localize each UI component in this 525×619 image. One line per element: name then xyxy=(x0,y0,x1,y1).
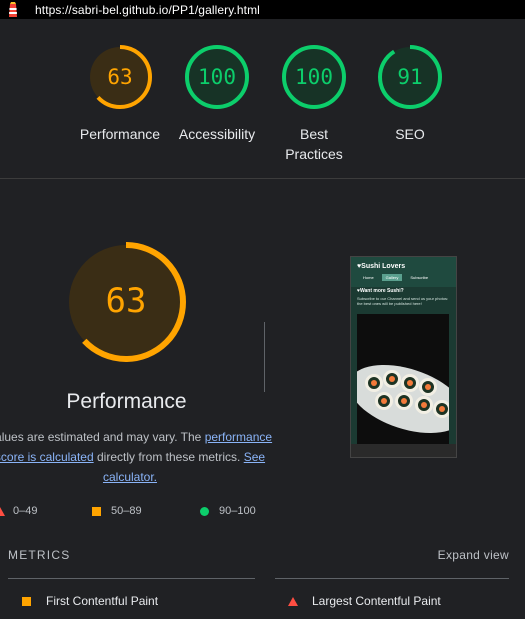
page-url[interactable]: https://sabri-bel.github.io/PP1/gallery.… xyxy=(35,3,260,17)
thumb-promo-title: ♥Want more Sushi? xyxy=(357,288,404,294)
performance-title: Performance xyxy=(66,390,187,413)
thumb-sushi-roll xyxy=(395,392,413,410)
gauge-seo-score: 91 xyxy=(397,65,423,89)
metric-label: First Contentful Paint xyxy=(46,594,159,608)
metric-first-contentful-paint[interactable]: First Contentful Paint xyxy=(22,594,158,608)
average-square-icon xyxy=(92,506,101,516)
legend-pass: 90–100 xyxy=(200,505,256,517)
thumb-header xyxy=(351,257,456,287)
desc-prefix: Values are estimated and may vary. The xyxy=(0,430,202,444)
gauge-seo-label: SEO xyxy=(395,126,425,142)
fail-triangle-icon xyxy=(288,596,298,606)
thumb-nav: Home Gallery Subscribe xyxy=(359,274,432,281)
thumb-sushi-roll xyxy=(375,392,393,410)
metric-largest-contentful-paint[interactable]: Largest Contentful Paint xyxy=(288,594,441,608)
metric-label: Largest Contentful Paint xyxy=(312,594,441,608)
legend-fail: 0–49 xyxy=(0,505,37,517)
thumb-promo: ♥Want more Sushi? Subscribe to our Chann… xyxy=(357,288,449,307)
thumb-nav-home: Home xyxy=(363,275,374,280)
thumb-sushi-roll xyxy=(415,396,433,414)
thumb-nav-subscribe: Subscribe xyxy=(410,275,429,280)
vertical-divider xyxy=(264,322,265,392)
thumb-nav-gallery: Gallery xyxy=(381,274,403,281)
page-screenshot-thumbnail[interactable]: ♥Sushi Lovers Home Gallery Subscribe ♥Wa… xyxy=(350,256,457,458)
desc-middle: directly from these metrics. xyxy=(96,450,241,464)
gauge-best-practices-label: Best Practices xyxy=(285,126,343,162)
legend-fail-label: 0–49 xyxy=(13,505,38,517)
thumb-sushi-image xyxy=(357,314,449,444)
pass-circle-icon xyxy=(200,506,209,516)
fail-triangle-icon xyxy=(0,506,5,516)
legend-pass-label: 90–100 xyxy=(219,505,256,517)
thumb-promo-text: Subscribe to our Channel and send us you… xyxy=(357,296,449,306)
thumb-sushi-roll xyxy=(433,400,449,418)
expand-view-button[interactable]: Expand view xyxy=(438,548,509,562)
thumb-sushi-roll xyxy=(365,374,383,392)
lighthouse-logo-icon xyxy=(4,0,22,19)
thumb-brand: ♥Sushi Lovers xyxy=(357,263,406,270)
thumb-footer xyxy=(351,444,456,457)
metrics-divider-right xyxy=(275,578,509,579)
browser-url-bar: https://sabri-bel.github.io/PP1/gallery.… xyxy=(0,0,525,19)
performance-score: 63 xyxy=(105,281,147,321)
average-square-icon xyxy=(22,596,31,606)
thumb-sushi-roll xyxy=(383,370,401,388)
gauge-seo[interactable]: 91 SEO xyxy=(350,43,470,144)
metrics-heading: METRICS xyxy=(8,548,71,562)
thumb-sushi-roll xyxy=(419,378,437,396)
thumb-sushi-roll xyxy=(401,374,419,392)
metrics-divider-left xyxy=(8,578,255,579)
score-summary: 63 Performance 100 Accessibility 100 Bes… xyxy=(0,19,525,179)
legend-average: 50–89 xyxy=(92,505,142,517)
legend-average-label: 50–89 xyxy=(111,505,142,517)
performance-description: Values are estimated and may vary. The p… xyxy=(0,427,280,487)
